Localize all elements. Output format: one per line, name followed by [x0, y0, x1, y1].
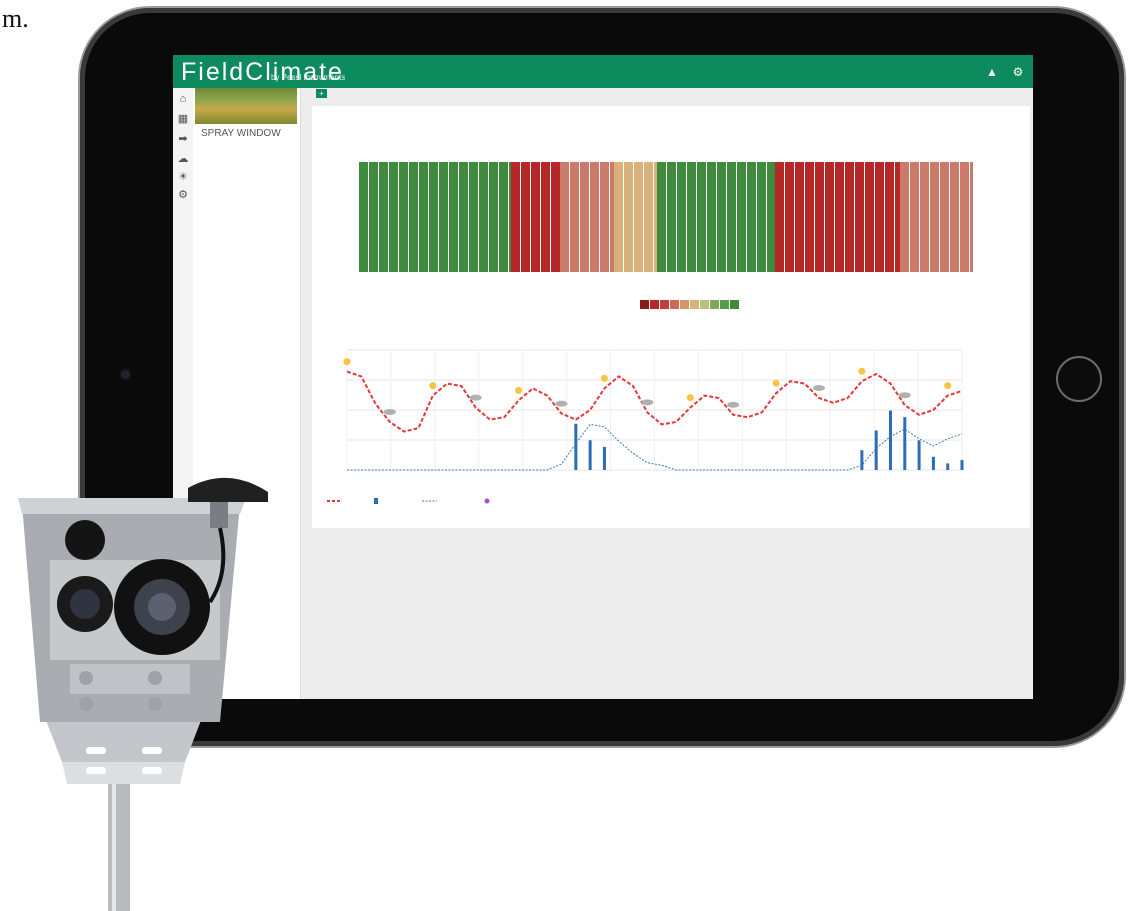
add-button[interactable]: +	[316, 89, 327, 98]
grid-icon[interactable]: ▦	[176, 112, 190, 126]
heatmap-segment-bad	[775, 162, 901, 272]
main-camera-glass	[148, 593, 176, 621]
tablet-camera	[121, 370, 130, 379]
tablet-home-button[interactable]	[1056, 356, 1102, 402]
heatmap-tick-labels	[359, 276, 973, 286]
cloud-icon	[898, 392, 911, 399]
sun-icon[interactable]: ☀	[176, 170, 190, 184]
legend-swatch[interactable]	[680, 300, 689, 309]
heatmap-segment-poor	[559, 162, 615, 272]
send-icon[interactable]: ➡	[176, 132, 190, 146]
legend-swatch[interactable]	[640, 300, 649, 309]
app-screen: FieldClimate by Pessl Instruments ▲ ⚙ ⌂ …	[173, 55, 1033, 699]
legend-swatch[interactable]	[650, 300, 659, 309]
legend-swatch[interactable]	[670, 300, 679, 309]
settings-icon[interactable]: ⚙	[1011, 65, 1025, 79]
sun-icon	[429, 382, 437, 390]
heatmap-segment-good	[359, 162, 511, 272]
precipitation-bar	[588, 440, 592, 470]
user-icon[interactable]: ▲	[985, 65, 999, 79]
bracket-slot	[142, 747, 162, 754]
legend-swatch[interactable]	[730, 300, 739, 309]
bracket-slot	[86, 767, 106, 774]
bracket-slot	[142, 767, 162, 774]
pole-highlight	[112, 782, 116, 911]
spray-window-legend	[640, 300, 739, 309]
bracket-lower	[62, 762, 185, 784]
cloud-icon	[383, 409, 396, 415]
heatmap-segment-bad	[511, 162, 560, 272]
cloud-icon	[812, 385, 825, 391]
legend-icon-mark	[484, 498, 490, 504]
antenna-mount	[210, 502, 228, 528]
legend-swatch[interactable]	[690, 300, 699, 309]
precipitation-bar	[602, 446, 606, 470]
page-text-fragment: m.	[2, 4, 29, 33]
legend-swatch[interactable]	[710, 300, 719, 309]
bolt	[148, 671, 162, 685]
sun-icon	[772, 379, 780, 387]
sun-icon	[515, 386, 523, 394]
bolt	[79, 697, 93, 711]
bolt	[79, 671, 93, 685]
heatmap-segment-fair	[614, 162, 657, 272]
legend-swatch[interactable]	[660, 300, 669, 309]
precipitation-bar	[946, 463, 950, 470]
home-icon[interactable]: ⌂	[176, 92, 190, 106]
bolt	[148, 697, 162, 711]
precipitation-bar	[903, 417, 907, 470]
bracket-slot	[86, 747, 106, 754]
field-thumbnail[interactable]	[195, 88, 297, 124]
precipitation-bar	[574, 423, 578, 470]
precipitation-bar	[888, 410, 892, 470]
chart-card	[312, 106, 1030, 528]
main-content: +	[300, 88, 1033, 699]
gps-antenna	[188, 477, 268, 502]
camera-sensor-device	[18, 477, 268, 911]
precipitation-bar	[860, 450, 864, 470]
precipitation-bar	[960, 460, 964, 470]
precipitation-bar	[931, 456, 935, 470]
sun-icon	[600, 374, 608, 382]
cloud-icon	[469, 394, 482, 401]
heatmap-segment-good	[656, 162, 776, 272]
precipitation-bar	[917, 440, 921, 470]
light-sensor	[65, 520, 105, 560]
cloud-icon	[641, 399, 654, 406]
cloud-icon[interactable]: ☁	[176, 152, 190, 166]
sun-icon	[686, 394, 694, 402]
spray-window-heatmap	[359, 162, 973, 272]
sidebar-item-spray-window[interactable]: SPRAY WINDOW	[201, 128, 281, 139]
sun-icon	[343, 358, 351, 366]
legend-swatch[interactable]	[700, 300, 709, 309]
app-header: FieldClimate by Pessl Instruments ▲ ⚙	[173, 55, 1033, 88]
cloud-icon	[727, 401, 740, 408]
app-logo-subtitle: by Pessl Instruments	[271, 73, 346, 82]
secondary-lens-glass	[70, 589, 100, 619]
sun-icon	[944, 382, 952, 390]
weather-forecast-chart	[327, 349, 964, 504]
gear-icon[interactable]: ⚙	[176, 188, 190, 202]
heatmap-segment-poor	[900, 162, 973, 272]
cloud-icon	[555, 400, 568, 407]
sun-icon	[858, 367, 866, 375]
legend-precipitation-mark	[374, 498, 378, 504]
legend-swatch[interactable]	[720, 300, 729, 309]
mounting-pole	[108, 782, 130, 911]
